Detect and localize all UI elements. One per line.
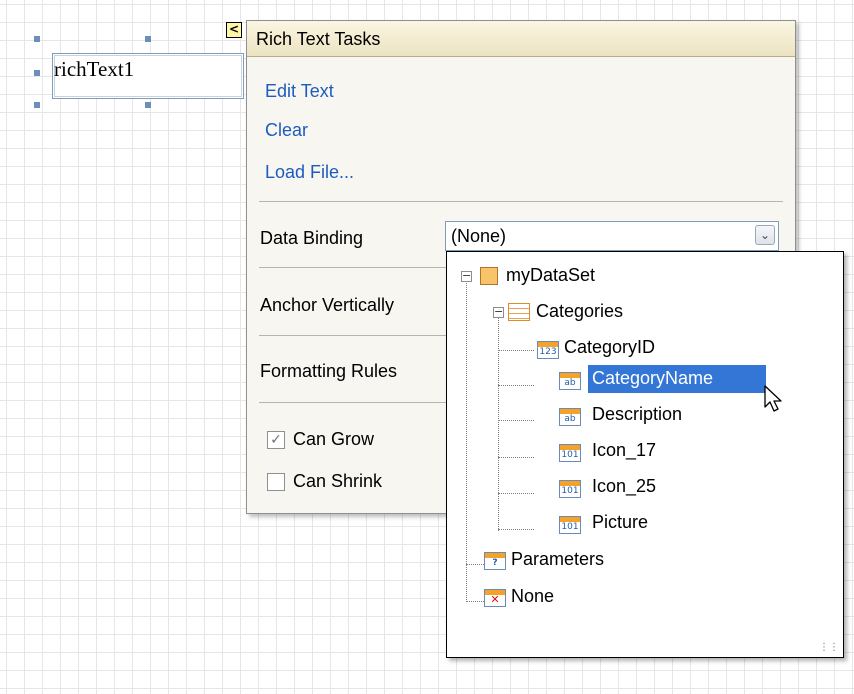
tree-line	[498, 457, 534, 458]
formatting-rules-label: Formatting Rules	[260, 361, 398, 381]
binary-field-icon: 101	[559, 480, 581, 498]
tree-node-none[interactable]: None	[511, 586, 554, 607]
tree-line	[498, 493, 534, 494]
mouse-cursor-icon	[764, 385, 782, 412]
tasks-panel-title: Rich Text Tasks	[247, 21, 795, 57]
tree-line	[498, 313, 499, 531]
selection-handle-bottom-middle[interactable]	[145, 102, 151, 108]
tree-node-categoryid[interactable]: CategoryID	[564, 337, 655, 358]
tree-node-mydataset[interactable]: myDataSet	[506, 265, 595, 286]
number-field-icon: 123	[537, 341, 559, 359]
tree-node-categories[interactable]: Categories	[536, 301, 623, 322]
tree-node-icon-25[interactable]: Icon_25	[592, 476, 656, 497]
data-binding-value: (None)	[451, 226, 507, 246]
tree-node-picture[interactable]: Picture	[592, 512, 648, 533]
load-file-link[interactable]: Load File...	[265, 162, 354, 183]
can-shrink-checkbox[interactable]	[267, 473, 285, 491]
tree-node-icon-17[interactable]: Icon_17	[592, 440, 656, 461]
tree-node-description[interactable]: Description	[592, 404, 682, 425]
tree-line	[498, 529, 534, 530]
smart-tag-button[interactable]: <	[226, 22, 242, 38]
text-field-icon: ab	[559, 408, 581, 426]
collapse-icon[interactable]: −	[493, 306, 504, 318]
text-field-icon: ab	[559, 372, 581, 390]
table-icon	[508, 303, 530, 321]
anchor-vertically-label: Anchor Vertically	[260, 295, 395, 315]
binary-field-icon: 101	[559, 444, 581, 462]
binary-field-icon: 101	[559, 516, 581, 534]
resize-grip-icon[interactable]: ⋮⋮	[819, 642, 839, 653]
collapse-icon[interactable]: −	[461, 270, 472, 282]
tree-line	[498, 385, 534, 386]
tree-node-parameters[interactable]: Parameters	[511, 549, 604, 570]
edit-text-link[interactable]: Edit Text	[265, 81, 334, 102]
data-binding-combobox[interactable]: (None) ⌄	[445, 221, 779, 251]
data-binding-dropdown: − myDataSet − Categories 123 CategoryID …	[446, 251, 844, 658]
tree-line	[498, 420, 534, 421]
tree-line	[466, 601, 484, 602]
database-icon	[480, 267, 498, 285]
tree-node-categoryname[interactable]: CategoryName	[592, 368, 713, 389]
none-icon: ✕	[484, 589, 506, 607]
can-grow-checkbox[interactable]: ✓	[267, 431, 285, 449]
chevron-down-icon[interactable]: ⌄	[755, 225, 775, 245]
selection-handle-top-left[interactable]	[34, 36, 40, 42]
selection-handle-bottom-left[interactable]	[34, 102, 40, 108]
selection-handle-middle-left[interactable]	[34, 70, 40, 76]
tree-line	[466, 564, 484, 565]
rich-text-control-label: richText1	[54, 57, 135, 81]
can-grow-label: Can Grow	[293, 429, 375, 449]
data-binding-label: Data Binding	[260, 228, 364, 248]
clear-link[interactable]: Clear	[265, 120, 308, 141]
tree-line	[466, 277, 467, 602]
parameters-icon: ?	[484, 552, 506, 570]
separator	[259, 201, 783, 202]
can-shrink-label: Can Shrink	[293, 471, 383, 491]
selection-handle-top-middle[interactable]	[145, 36, 151, 42]
tree-line	[498, 350, 534, 351]
